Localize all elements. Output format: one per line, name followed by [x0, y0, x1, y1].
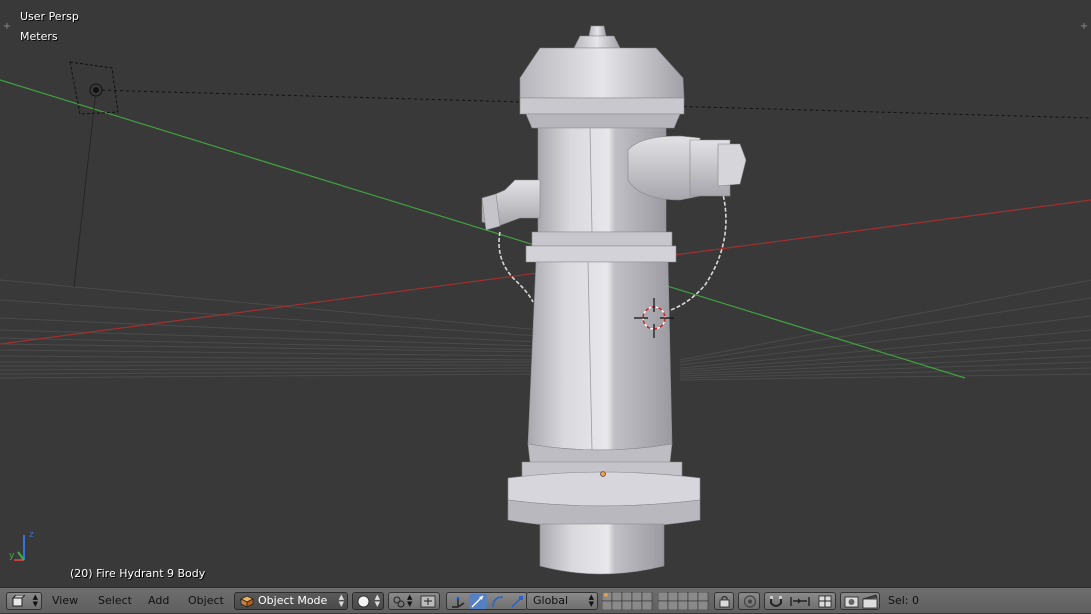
viewport-corner-plus-left-icon[interactable]: + [2, 22, 12, 32]
lock-icon [719, 596, 730, 608]
layers-icon[interactable] [601, 591, 654, 611]
3d-viewport[interactable]: z y + + User Persp Meters (20) Fire Hydr… [0, 0, 1091, 587]
proportional-edit-icon [743, 595, 757, 608]
layers-block-2[interactable] [657, 591, 710, 611]
transform-manipulators [446, 592, 528, 610]
svg-text:z: z [29, 530, 34, 540]
clapper-icon[interactable] [862, 594, 878, 609]
snap-target-icon[interactable] [817, 594, 833, 609]
shading-arrows-icon: ▲ ▼ [374, 593, 380, 608]
axis-gizmo: z y [9, 530, 34, 561]
view-name-label: User Persp [20, 10, 79, 23]
magnet-icon[interactable] [768, 594, 784, 609]
manipulator-icon[interactable] [420, 595, 436, 608]
solid-sphere-icon [357, 595, 370, 608]
menu-select[interactable]: Select [94, 592, 136, 610]
orientation-selector[interactable]: Global ▲ ▼ [526, 592, 598, 610]
menu-object[interactable]: Object [184, 592, 228, 610]
render-icon[interactable] [844, 594, 860, 609]
y-axis-line [0, 79, 966, 379]
3d-view-header: ▲ ▼ View Select Add Object Object Mode ▲ ▼… [0, 587, 1091, 613]
editor-type-selector[interactable]: ▲ ▼ [6, 592, 42, 610]
rotate-icon[interactable] [469, 594, 487, 609]
orientation-arrows-icon: ▲ ▼ [588, 593, 594, 608]
menu-add[interactable]: Add [144, 592, 173, 610]
selection-count: Sel: 0 [888, 594, 920, 607]
pivot-icon [393, 596, 405, 608]
selector-arrows-icon: ▲ ▼ [32, 593, 38, 608]
viewport-corner-plus-right-icon[interactable]: + [1079, 22, 1089, 32]
snapping-controls [764, 592, 836, 610]
layers-2-icon[interactable] [657, 591, 710, 611]
render-controls [840, 592, 880, 610]
svg-text:y: y [9, 551, 15, 561]
pivot-arrows-icon: ▲ ▼ [407, 593, 413, 608]
lock-camera-toggle[interactable] [714, 592, 734, 610]
layers-block-1[interactable] [601, 591, 654, 611]
units-label: Meters [20, 30, 58, 43]
scene-canvas[interactable]: z y [0, 0, 1091, 587]
3d-view-icon [11, 595, 25, 607]
orientation-label: Global [533, 594, 569, 607]
pivot-selector[interactable]: ▲ ▼ [388, 592, 440, 610]
mode-arrows-icon: ▲ ▼ [338, 593, 344, 608]
proportional-edit-toggle[interactable] [738, 592, 760, 610]
scale-icon[interactable] [509, 594, 525, 609]
shading-selector[interactable]: ▲ ▼ [352, 592, 384, 610]
menu-view[interactable]: View [48, 592, 82, 610]
rotate-arc-icon[interactable] [490, 594, 506, 609]
mode-selector[interactable]: Object Mode ▲ ▼ [234, 592, 348, 610]
cube-icon [240, 595, 254, 608]
active-object-info: (20) Fire Hydrant 9 Body [70, 567, 206, 580]
fire-hydrant-model [481, 25, 747, 575]
translate-icon[interactable] [450, 594, 466, 609]
mode-label: Object Mode [258, 594, 328, 607]
snap-element-icon[interactable] [789, 594, 811, 609]
